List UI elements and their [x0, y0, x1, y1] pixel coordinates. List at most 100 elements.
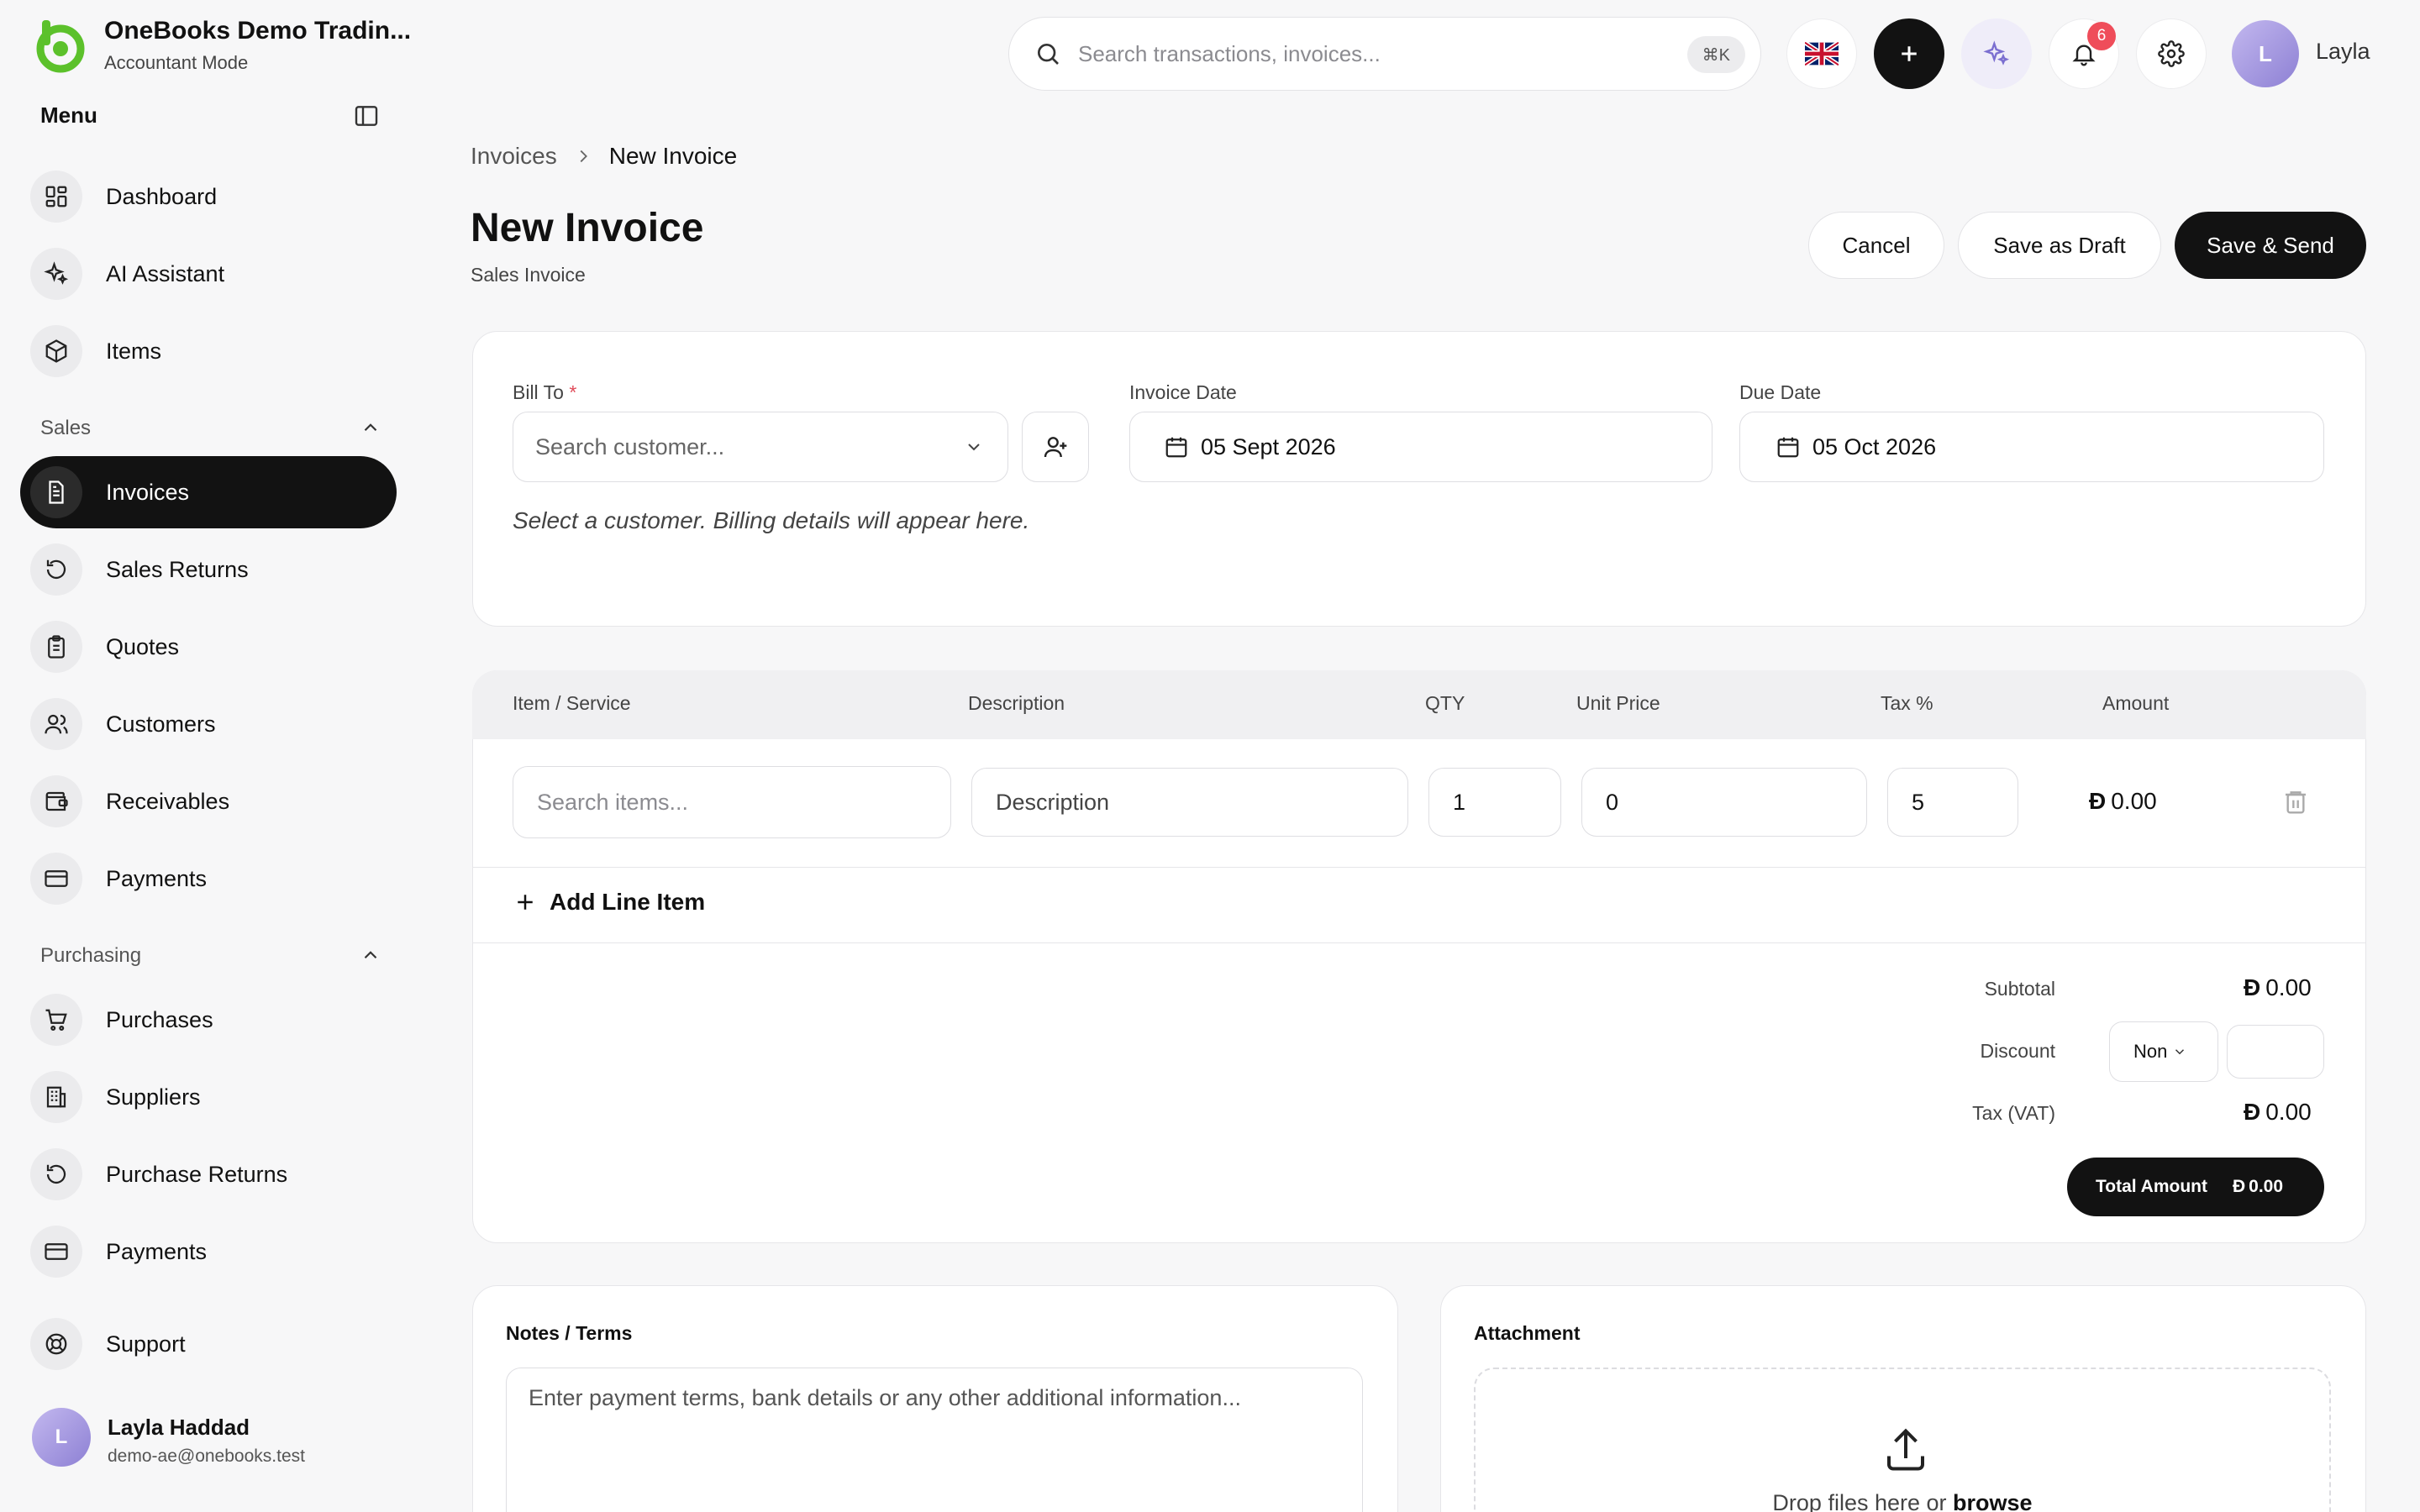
- notification-count-badge: 6: [2087, 22, 2116, 50]
- qty-value: 1: [1453, 789, 1466, 815]
- delete-line-button[interactable]: [2282, 788, 2309, 815]
- sidebar-item-label: AI Assistant: [106, 260, 225, 286]
- sidebar-item-receivables[interactable]: Receivables: [20, 765, 397, 837]
- invoice-icon: [30, 466, 82, 518]
- return-icon: [30, 1148, 82, 1200]
- invoice-date-field[interactable]: 05 Sept 2026: [1129, 412, 1712, 482]
- description-placeholder: Description: [996, 789, 1110, 815]
- line-items-card: [472, 670, 2366, 1243]
- line-amount-value: 0.00: [2111, 788, 2157, 814]
- browse-link[interactable]: browse: [1953, 1490, 2033, 1512]
- breadcrumb: Invoices New Invoice: [471, 143, 737, 170]
- sidebar-item-dashboard[interactable]: Dashboard: [20, 160, 397, 233]
- header-description: Description: [968, 692, 1065, 714]
- page-title: New Invoice: [471, 206, 704, 250]
- sidebar-item-quotes[interactable]: Quotes: [20, 611, 397, 683]
- chevron-up-icon[interactable]: [360, 417, 381, 438]
- sidebar-item-suppliers[interactable]: Suppliers: [20, 1061, 397, 1133]
- sidebar-user-avatar[interactable]: L: [32, 1408, 91, 1467]
- discount-label: Discount: [1980, 1040, 2055, 1062]
- tax-vat-value: Ð 0.00: [2244, 1099, 2312, 1125]
- total-amount-label: Total Amount: [2096, 1177, 2207, 1196]
- chevron-down-icon: [964, 437, 984, 457]
- dashboard-icon: [30, 171, 82, 223]
- topbar-user-avatar[interactable]: L: [2232, 20, 2299, 87]
- gear-icon: [2158, 40, 2185, 67]
- sidebar-item-items[interactable]: Items: [20, 315, 397, 387]
- add-customer-button[interactable]: [1022, 412, 1089, 482]
- qty-input[interactable]: 1: [1428, 768, 1561, 837]
- breadcrumb-invoices-link[interactable]: Invoices: [471, 143, 557, 170]
- sidebar-item-label: Customers: [106, 711, 216, 737]
- calendar-icon: [1164, 434, 1189, 459]
- sidebar-item-support[interactable]: Support: [20, 1308, 397, 1380]
- save-send-button[interactable]: Save & Send: [2175, 212, 2366, 279]
- sidebar-item-purchase-returns[interactable]: Purchase Returns: [20, 1138, 397, 1210]
- section-sales-label[interactable]: Sales: [40, 417, 91, 440]
- cancel-button[interactable]: Cancel: [1808, 212, 1944, 279]
- item-search-input[interactable]: Search items...: [513, 766, 951, 838]
- tax-vat-label: Tax (VAT): [1972, 1102, 2055, 1124]
- total-amount-value: Ð 0.00: [2232, 1177, 2284, 1196]
- sidebar-item-label: Support: [106, 1331, 186, 1357]
- sidebar-item-invoices[interactable]: Invoices: [20, 456, 397, 528]
- clipboard-icon: [30, 621, 82, 673]
- notes-textarea[interactable]: Enter payment terms, bank details or any…: [506, 1368, 1363, 1512]
- total-amount-pill: Total Amount Ð 0.00: [2067, 1158, 2324, 1216]
- save-draft-button[interactable]: Save as Draft: [1958, 212, 2161, 279]
- line-amount: Ð 0.00: [2089, 788, 2157, 815]
- chevron-right-icon: [574, 147, 592, 165]
- breadcrumb-current: New Invoice: [608, 143, 738, 169]
- sidebar-item-purchase-payments[interactable]: Payments: [20, 1215, 397, 1288]
- bill-to-label: Bill To *: [513, 381, 577, 403]
- search-icon: [1034, 40, 1061, 67]
- sidebar-item-customers[interactable]: Customers: [20, 688, 397, 760]
- subtotal-value: Ð 0.00: [2244, 974, 2312, 1000]
- quick-add-button[interactable]: [1874, 18, 1944, 89]
- search-shortcut-badge: ⌘K: [1686, 36, 1745, 73]
- topbar-user-name[interactable]: Layla: [2316, 39, 2370, 65]
- user-plus-icon: [1042, 433, 1069, 460]
- sidebar-item-purchases[interactable]: Purchases: [20, 984, 397, 1056]
- calendar-icon: [1776, 434, 1801, 459]
- sidebar-item-label: Purchase Returns: [106, 1161, 288, 1187]
- sidebar: OneBooks Demo Tradin... Accountant Mode …: [0, 0, 412, 1512]
- menu-label: Menu: [40, 102, 97, 128]
- company-name[interactable]: OneBooks Demo Tradin...: [104, 17, 411, 45]
- unit-price-value: 0: [1606, 789, 1619, 815]
- sidebar-item-label: Sales Returns: [106, 556, 249, 582]
- row-divider: [472, 867, 2366, 868]
- ai-assistant-button[interactable]: [1961, 18, 2032, 89]
- global-search-input[interactable]: Search transactions, invoices... ⌘K: [1008, 17, 1761, 91]
- due-date-field[interactable]: 05 Oct 2026: [1739, 412, 2324, 482]
- sidebar-item-payments[interactable]: Payments: [20, 843, 397, 915]
- section-purchasing-label[interactable]: Purchasing: [40, 944, 141, 968]
- sidebar-item-label: Receivables: [106, 788, 230, 814]
- language-flag-button[interactable]: [1786, 18, 1857, 89]
- summary-divider: [472, 942, 2366, 943]
- line-items-header: [472, 670, 2366, 739]
- discount-type-select[interactable]: Non: [2109, 1021, 2218, 1082]
- card-icon: [30, 1226, 82, 1278]
- customer-select[interactable]: Search customer...: [513, 412, 1008, 482]
- tax-input[interactable]: 5: [1887, 768, 2018, 837]
- invoice-date-value: 05 Sept 2026: [1201, 433, 1336, 459]
- unit-price-input[interactable]: 0: [1581, 768, 1867, 837]
- attachment-dropzone[interactable]: Drop files here or browse: [1474, 1368, 2331, 1512]
- dropzone-text: Drop files here or browse: [1476, 1490, 2329, 1512]
- discount-value-input[interactable]: [2227, 1025, 2324, 1079]
- tax-value: 5: [1912, 789, 1925, 815]
- settings-button[interactable]: [2136, 18, 2207, 89]
- card-icon: [30, 853, 82, 905]
- sidebar-item-ai-assistant[interactable]: AI Assistant: [20, 238, 397, 310]
- sidebar-item-label: Invoices: [106, 479, 190, 505]
- description-input[interactable]: Description: [971, 768, 1408, 837]
- chevron-up-icon[interactable]: [360, 944, 381, 966]
- sidebar-item-label: Items: [106, 338, 162, 364]
- sidebar-item-sales-returns[interactable]: Sales Returns: [20, 533, 397, 606]
- add-line-item-button[interactable]: Add Line Item: [513, 889, 705, 916]
- search-placeholder: Search transactions, invoices...: [1078, 40, 1381, 66]
- header-qty: QTY: [1425, 692, 1465, 714]
- uk-flag-icon: [1805, 42, 1839, 66]
- sidebar-collapse-icon[interactable]: [353, 102, 380, 129]
